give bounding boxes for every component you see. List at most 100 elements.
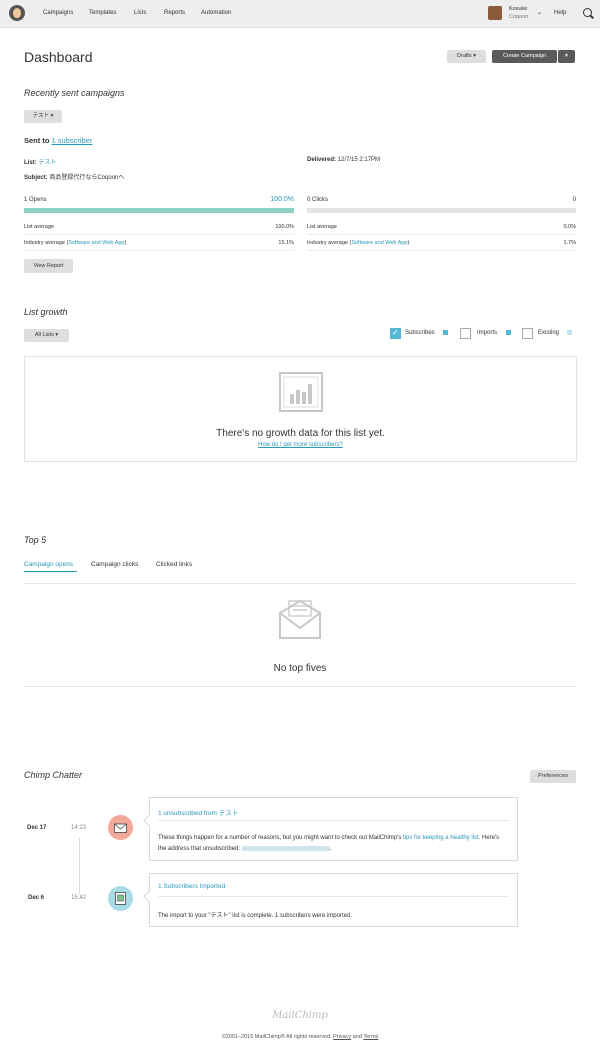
healthy-list-tips-link[interactable]: tips for keeping a healthy list xyxy=(403,835,479,841)
more-subscribers-link[interactable]: How do I get more subscribers? xyxy=(25,442,576,448)
divider xyxy=(158,896,509,897)
clicks-list-average-value: 0.0% xyxy=(563,224,576,230)
divider xyxy=(158,820,509,821)
chevron-down-icon: ▾ xyxy=(55,332,59,338)
list-link[interactable]: テスト xyxy=(38,160,56,166)
opens-percent: 100.0% xyxy=(270,196,294,203)
import-document-icon xyxy=(115,892,126,905)
top5-empty-title: No top fives xyxy=(273,663,327,674)
chevron-down-icon: ▾ xyxy=(50,113,54,119)
chatter-date: Dec 17 xyxy=(27,825,47,831)
divider xyxy=(24,583,576,584)
chatter-card-body: The import to your "テスト" list is complet… xyxy=(158,913,352,919)
tab-campaign-clicks[interactable]: Campaign clicks xyxy=(91,561,138,568)
campaign-select[interactable]: テスト ▾ xyxy=(24,110,62,123)
privacy-link[interactable]: Privacy xyxy=(333,1034,351,1040)
clicks-list-average-label: List average xyxy=(307,224,337,230)
list-growth-title: List growth xyxy=(24,307,68,317)
opens-progress-bar xyxy=(24,208,294,213)
page-title: Dashboard xyxy=(24,49,93,65)
recent-campaigns-title: Recently sent campaigns xyxy=(24,88,125,98)
user-org[interactable]: Coqoon xyxy=(509,14,528,20)
nav-campaigns[interactable]: Campaigns xyxy=(43,10,73,16)
nav-help[interactable]: Help xyxy=(554,10,566,16)
chimp-chatter-title: Chimp Chatter xyxy=(24,770,83,780)
view-report-button[interactable]: View Report xyxy=(24,259,73,273)
chatter-card-imported: 1 Subscribers Imported The import to you… xyxy=(149,873,518,927)
create-campaign-menu-button[interactable]: ▾ xyxy=(558,50,575,63)
nav-lists[interactable]: Lists xyxy=(134,10,146,16)
subscriber-link[interactable]: 1 subscriber xyxy=(52,136,93,145)
industry-link[interactable]: Software and Web App xyxy=(68,240,124,246)
existing-checkbox[interactable] xyxy=(522,328,533,339)
subscribes-label: Subscribes xyxy=(405,330,435,336)
clicks-industry-average-value: 1.7% xyxy=(563,240,576,246)
existing-label: Existing xyxy=(538,330,560,336)
tab-clicked-links[interactable]: Clicked links xyxy=(156,561,192,568)
existing-swatch xyxy=(567,330,572,335)
chatter-item-icon xyxy=(108,815,133,840)
chatter-card-title: 1 unsubscribed from テスト xyxy=(158,810,239,817)
subject-info: Subject: 商品登録代行ならCoqoonへ xyxy=(24,175,125,181)
divider xyxy=(24,250,294,251)
opens-list-average-label: List average xyxy=(24,224,54,230)
create-campaign-button[interactable]: Create Campaign xyxy=(492,50,557,63)
envelope-icon xyxy=(279,599,321,639)
tab-campaign-opens[interactable]: Campaign opens xyxy=(24,561,73,568)
active-tab-indicator xyxy=(24,571,77,572)
subscribes-swatch xyxy=(443,330,448,335)
unsubscribe-envelope-icon xyxy=(114,823,127,833)
opens-list-average-value: 100.0% xyxy=(275,224,294,230)
nav-templates[interactable]: Templates xyxy=(89,10,116,16)
chevron-down-icon: ▾ xyxy=(565,53,568,59)
divider xyxy=(24,234,294,235)
imports-checkbox[interactable] xyxy=(460,328,471,339)
top5-title: Top 5 xyxy=(24,535,47,545)
clicks-industry-average-label: Industry average (Software and Web App) xyxy=(307,240,410,246)
divider xyxy=(307,234,576,235)
terms-link[interactable]: Terms xyxy=(363,1034,378,1040)
chatter-card-unsubscribed: 1 unsubscribed from テスト These things hap… xyxy=(149,797,518,861)
growth-chart-area: There's no growth data for this list yet… xyxy=(24,356,577,462)
imports-label: Imports xyxy=(477,330,498,336)
check-icon: ✓ xyxy=(392,328,399,337)
nav-reports[interactable]: Reports xyxy=(164,10,185,16)
chevron-down-icon[interactable]: ⌄ xyxy=(537,9,542,16)
chatter-time: 14:23 xyxy=(71,825,87,831)
list-info: List: テスト xyxy=(24,160,57,166)
nav-automation[interactable]: Automation xyxy=(201,10,231,16)
imports-swatch xyxy=(506,330,511,335)
opens-industry-average-label: Industry average (Software and Web App) xyxy=(24,240,127,246)
chatter-card-body: These things happen for a number of reas… xyxy=(158,835,500,852)
subscribes-checkbox[interactable]: ✓ xyxy=(390,328,401,339)
chatter-time: 15:42 xyxy=(71,895,87,901)
user-name[interactable]: Kosuke xyxy=(509,6,527,12)
timeline-line xyxy=(79,838,80,894)
bar-chart-icon xyxy=(279,372,323,412)
industry-link[interactable]: Software and Web App xyxy=(351,240,407,246)
list-link[interactable]: テスト xyxy=(219,810,239,817)
delivered-info: Delivered: 12/7/15 2:17PM xyxy=(307,157,381,163)
drafts-button[interactable]: Drafts ▾ xyxy=(447,50,486,63)
chatter-item-icon xyxy=(108,886,133,911)
mailchimp-logo-icon[interactable] xyxy=(9,5,25,21)
divider xyxy=(24,686,576,687)
opens-label: 1 Opens xyxy=(24,197,47,203)
opens-industry-average-value: 15.1% xyxy=(278,240,294,246)
search-icon[interactable] xyxy=(583,8,592,17)
redacted-email xyxy=(241,845,330,851)
clicks-progress-bar xyxy=(307,208,576,213)
opens-progress-fill xyxy=(24,208,294,213)
clicks-label: 0 Clicks xyxy=(307,197,329,203)
footer-copyright: ©2001–2015 MailChimp® All rights reserve… xyxy=(221,1034,379,1040)
divider xyxy=(307,250,576,251)
clicks-count: 0 xyxy=(572,197,576,203)
avatar[interactable] xyxy=(488,6,502,20)
chatter-card-title[interactable]: 1 Subscribers Imported xyxy=(158,883,225,890)
chevron-down-icon: ▾ xyxy=(473,53,476,59)
chatter-date: Dec 6 xyxy=(28,895,45,901)
preferences-button[interactable]: Preferences xyxy=(530,770,576,783)
growth-empty-title: There's no growth data for this list yet… xyxy=(216,428,385,439)
list-select[interactable]: All Lists ▾ xyxy=(24,329,69,342)
footer-logo: MailChimp xyxy=(272,1010,328,1021)
